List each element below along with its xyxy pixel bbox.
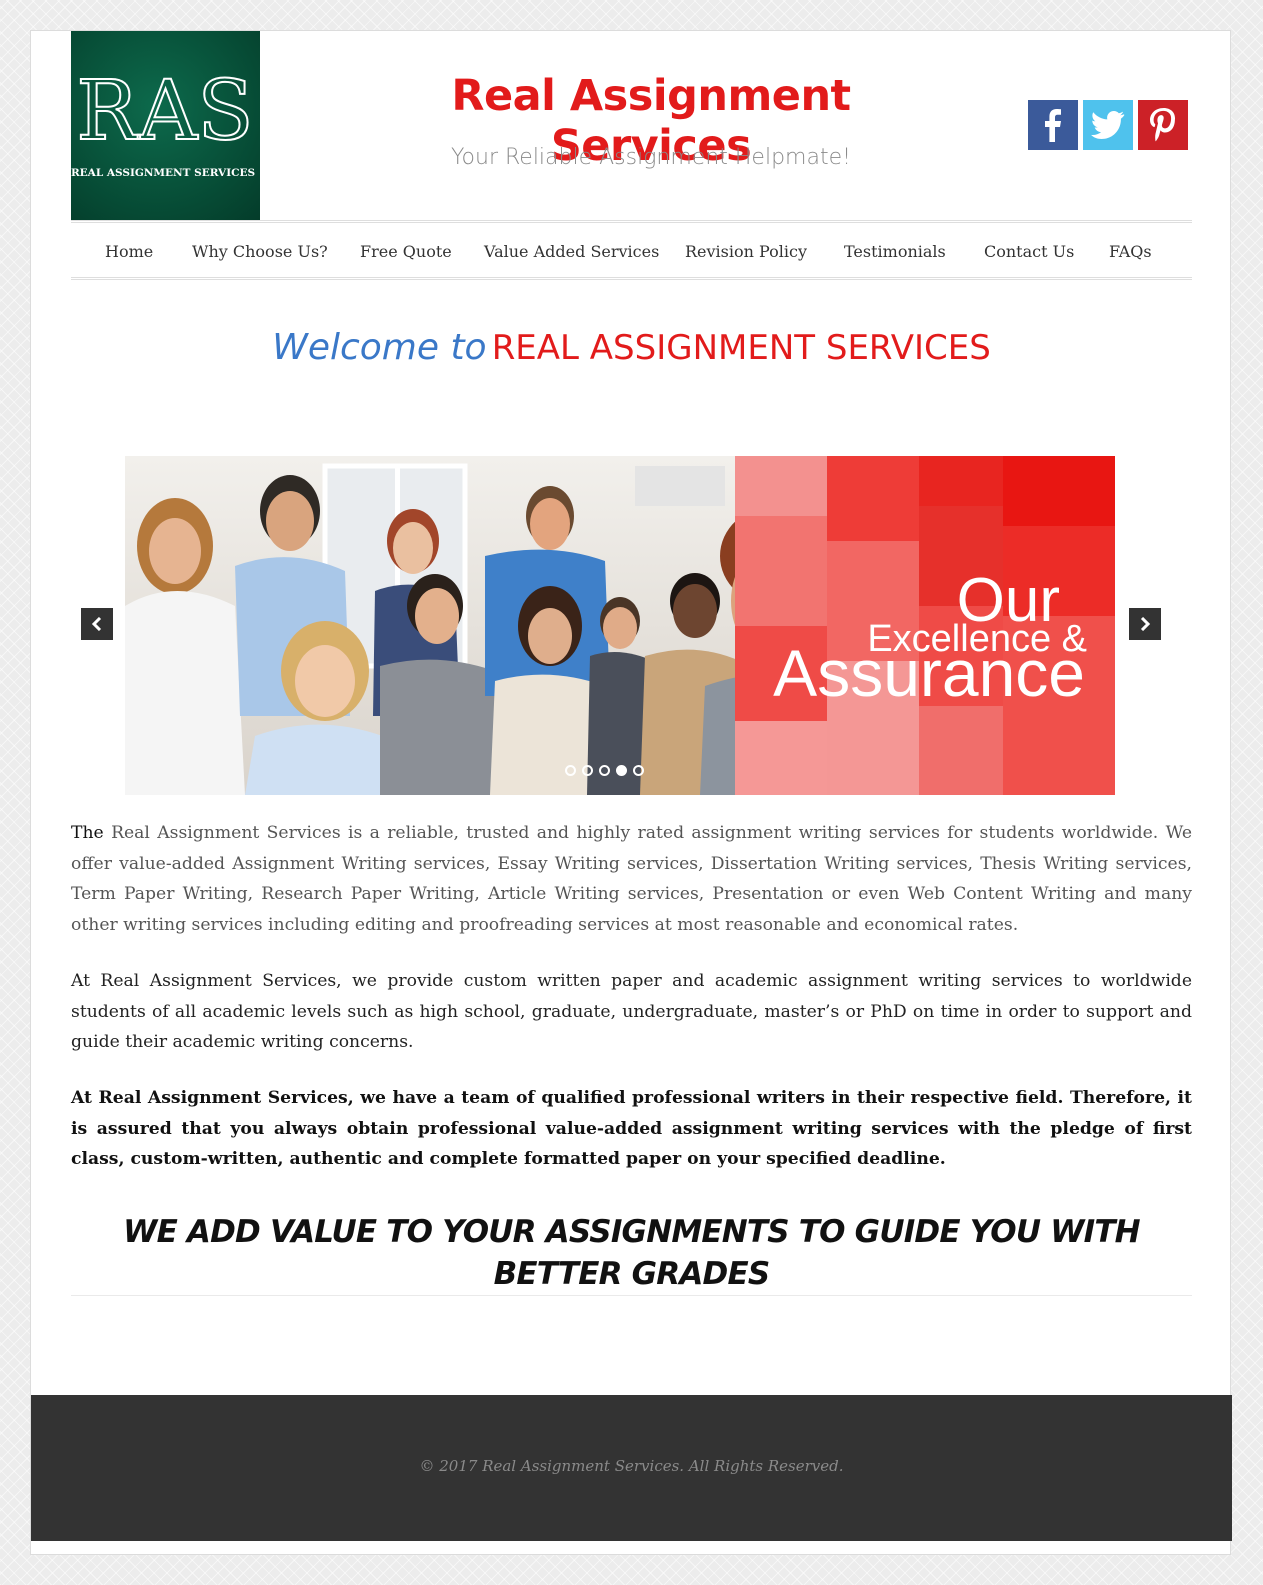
slider-dot-4[interactable] bbox=[616, 765, 627, 776]
facebook-button[interactable] bbox=[1028, 100, 1078, 150]
nav-item-faqs[interactable]: FAQs bbox=[1109, 242, 1152, 261]
site-tagline: Your Reliable Assignment Helpmate! bbox=[451, 145, 851, 170]
facebook-icon bbox=[1045, 109, 1061, 142]
pinterest-icon bbox=[1150, 108, 1176, 142]
nav-item-why-choose-us[interactable]: Why Choose Us? bbox=[192, 242, 328, 261]
services-paragraph: At Real Assignment Services, we provide … bbox=[71, 966, 1192, 1058]
logo-caption: REAL ASSIGNMENT SERVICES bbox=[71, 167, 255, 179]
nav-item-value-added-services[interactable]: Value Added Services bbox=[484, 242, 659, 261]
slider-dot-5[interactable] bbox=[633, 765, 644, 776]
slider-pagination bbox=[565, 765, 644, 776]
intro-paragraph: The Real Assignment Services is a reliab… bbox=[71, 818, 1192, 940]
nav-item-free-quote[interactable]: Free Quote bbox=[360, 242, 452, 261]
slider-next-button[interactable] bbox=[1129, 608, 1161, 640]
chevron-left-icon bbox=[91, 617, 102, 631]
nav-item-contact-us[interactable]: Contact Us bbox=[984, 242, 1074, 261]
logo-monogram-text: RAS bbox=[76, 64, 253, 159]
welcome-prefix: Welcome to bbox=[272, 327, 487, 368]
nav-item-home[interactable]: Home bbox=[105, 242, 153, 261]
intro-lead: The bbox=[71, 823, 104, 843]
services-text: At Real Assignment Services, we provide … bbox=[71, 971, 1192, 1052]
hero-slider[interactable]: Our Excellence & Assurance bbox=[125, 456, 1115, 795]
slider-dot-3[interactable] bbox=[599, 765, 610, 776]
copyright-text: © 2017 Real Assignment Services. All Rig… bbox=[419, 1457, 844, 1475]
slider-dot-1[interactable] bbox=[565, 765, 576, 776]
nav-item-revision-policy[interactable]: Revision Policy bbox=[685, 242, 807, 261]
value-heading: WE ADD VALUE TO YOUR ASSIGNMENTS TO GUID… bbox=[123, 1214, 1140, 1292]
logo-monogram: RAS REAL ASSIGNMENT SERVICES bbox=[71, 63, 255, 179]
content-divider bbox=[71, 1295, 1192, 1296]
welcome-heading: Welcome to REAL ASSIGNMENT SERVICES bbox=[31, 327, 1232, 368]
slider-prev-button[interactable] bbox=[81, 608, 113, 640]
twitter-icon bbox=[1091, 111, 1125, 139]
page-container: RAS REAL ASSIGNMENT SERVICES Real Assign… bbox=[30, 30, 1232, 1555]
slide-caption-panel: Our Excellence & Assurance bbox=[735, 456, 1115, 795]
pinterest-button[interactable] bbox=[1138, 100, 1188, 150]
site-logo[interactable]: RAS REAL ASSIGNMENT SERVICES bbox=[71, 31, 260, 220]
team-paragraph: At Real Assignment Services, we have a t… bbox=[71, 1083, 1192, 1175]
team-text: At Real Assignment Services, we have a t… bbox=[71, 1088, 1192, 1169]
intro-text: Real Assignment Services is a reliable, … bbox=[71, 823, 1192, 935]
welcome-name: REAL ASSIGNMENT SERVICES bbox=[491, 328, 991, 368]
nav-item-testimonials[interactable]: Testimonials bbox=[844, 242, 946, 261]
chevron-right-icon bbox=[1140, 617, 1151, 631]
twitter-button[interactable] bbox=[1083, 100, 1133, 150]
site-footer: © 2017 Real Assignment Services. All Rig… bbox=[31, 1395, 1232, 1541]
slide-caption-line3: Assurance bbox=[773, 636, 1085, 710]
slide-image: Our Excellence & Assurance bbox=[125, 456, 1115, 795]
main-nav: Home Why Choose Us? Free Quote Value Add… bbox=[71, 220, 1192, 280]
slider-dot-2[interactable] bbox=[582, 765, 593, 776]
